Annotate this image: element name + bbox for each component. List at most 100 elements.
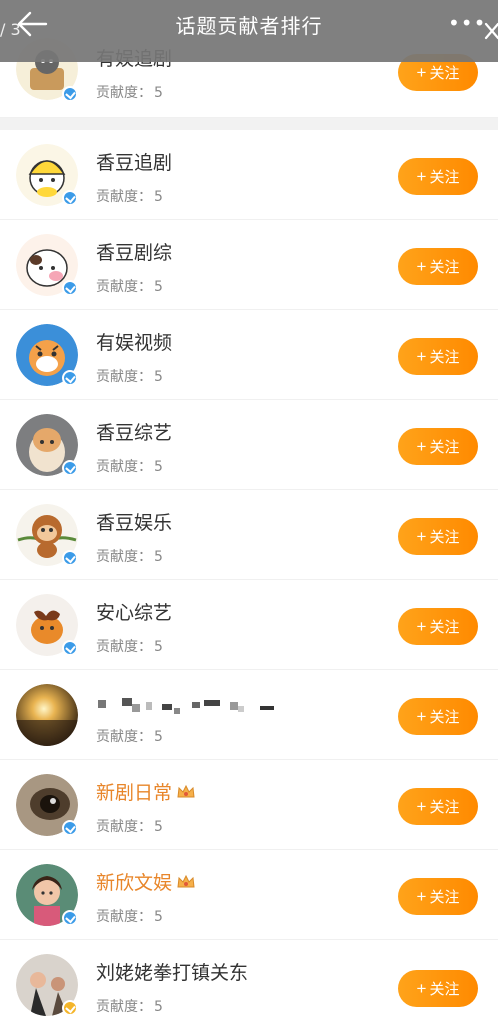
follow-label: 关注 bbox=[429, 981, 460, 998]
follow-label: 关注 bbox=[429, 349, 460, 366]
score-label: 贡献度： bbox=[96, 459, 152, 475]
plus-icon: + bbox=[416, 167, 427, 186]
contribution-score: 贡献度： 5 bbox=[96, 276, 163, 296]
top-bar: / 3 话题贡献者排行 ••• bbox=[0, 0, 498, 62]
follow-button[interactable]: + 关注 bbox=[398, 970, 478, 1007]
user-name[interactable]: 新剧日常 bbox=[96, 778, 196, 805]
follow-button[interactable]: + 关注 bbox=[398, 518, 478, 555]
user-name[interactable]: 有娱视频 bbox=[96, 328, 172, 355]
contribution-score: 贡献度： 5 bbox=[96, 366, 163, 386]
follow-button[interactable]: + 关注 bbox=[398, 428, 478, 465]
follow-button[interactable]: + 关注 bbox=[398, 698, 478, 735]
follow-label: 关注 bbox=[429, 889, 460, 906]
score-label: 贡献度： bbox=[96, 819, 152, 835]
follow-label: 关注 bbox=[429, 619, 460, 636]
contribution-score: 贡献度： 5 bbox=[96, 816, 163, 836]
follow-label: 关注 bbox=[429, 439, 460, 456]
avatar[interactable] bbox=[16, 684, 78, 746]
user-name[interactable]: 刘姥姥拳打镇关东 bbox=[96, 958, 248, 985]
user-name[interactable]: 新欣文娱 bbox=[96, 868, 196, 895]
plus-icon: + bbox=[416, 437, 427, 456]
score-value: 5 bbox=[154, 639, 163, 655]
list-item[interactable]: 安心综艺 贡献度： 5 + 关注 bbox=[0, 580, 498, 670]
score-label: 贡献度： bbox=[96, 189, 152, 205]
score-label: 贡献度： bbox=[96, 369, 152, 385]
score-value: 5 bbox=[154, 459, 163, 475]
plus-icon: + bbox=[416, 979, 427, 998]
verified-badge-icon bbox=[62, 86, 78, 102]
plus-icon: + bbox=[416, 527, 427, 546]
follow-label: 关注 bbox=[429, 799, 460, 816]
verified-badge-icon bbox=[62, 460, 78, 476]
score-label: 贡献度： bbox=[96, 909, 152, 925]
list-item[interactable]: 刘姥姥拳打镇关东 贡献度： 5 + 关注 bbox=[0, 940, 498, 1024]
plus-icon: + bbox=[416, 707, 427, 726]
verified-badge-icon bbox=[62, 280, 78, 296]
score-label: 贡献度： bbox=[96, 729, 152, 745]
plus-icon: + bbox=[416, 257, 427, 276]
follow-label: 关注 bbox=[429, 259, 460, 276]
follow-button[interactable]: + 关注 bbox=[398, 608, 478, 645]
user-name[interactable]: 香豆娱乐 bbox=[96, 508, 172, 535]
list-item[interactable]: 香豆娱乐 贡献度： 5 + 关注 bbox=[0, 490, 498, 580]
plus-icon: + bbox=[416, 347, 427, 366]
list-item[interactable]: 贡献度： 5 + 关注 bbox=[0, 670, 498, 760]
verified-badge-icon bbox=[62, 550, 78, 566]
follow-label: 关注 bbox=[429, 65, 460, 82]
contribution-score: 贡献度： 5 bbox=[96, 996, 163, 1016]
follow-button[interactable]: + 关注 bbox=[398, 248, 478, 285]
score-value: 5 bbox=[154, 279, 163, 295]
user-name-text: 新剧日常 bbox=[96, 782, 173, 804]
contribution-score: 贡献度： 5 bbox=[96, 546, 163, 566]
user-name[interactable]: 安心综艺 bbox=[96, 598, 172, 625]
list-item[interactable]: 新剧日常 贡献度： 5 + 关注 bbox=[0, 760, 498, 850]
contribution-score: 贡献度： 5 bbox=[96, 186, 163, 206]
list-item[interactable]: 香豆追剧 贡献度： 5 + 关注 bbox=[0, 130, 498, 220]
close-icon[interactable] bbox=[482, 20, 498, 42]
score-value: 5 bbox=[154, 549, 163, 565]
score-value: 5 bbox=[154, 909, 163, 925]
follow-label: 关注 bbox=[429, 529, 460, 546]
verified-badge-icon bbox=[62, 820, 78, 836]
score-label: 贡献度： bbox=[96, 549, 152, 565]
score-value: 5 bbox=[154, 819, 163, 835]
contribution-score: 贡献度： 5 bbox=[96, 82, 163, 102]
follow-button[interactable]: + 关注 bbox=[398, 338, 478, 375]
plus-icon: + bbox=[416, 887, 427, 906]
score-value: 5 bbox=[154, 369, 163, 385]
contribution-score: 贡献度： 5 bbox=[96, 456, 163, 476]
section-divider bbox=[0, 118, 498, 130]
plus-icon: + bbox=[416, 63, 427, 82]
contribution-score: 贡献度： 5 bbox=[96, 906, 163, 926]
more-horizontal-icon[interactable]: ••• bbox=[448, 11, 486, 35]
score-value: 5 bbox=[154, 189, 163, 205]
follow-label: 关注 bbox=[429, 169, 460, 186]
verified-badge-icon bbox=[62, 370, 78, 386]
follow-button[interactable]: + 关注 bbox=[398, 788, 478, 825]
list-item[interactable]: 香豆剧综 贡献度： 5 + 关注 bbox=[0, 220, 498, 310]
user-name[interactable]: 香豆综艺 bbox=[96, 418, 172, 445]
plus-icon: + bbox=[416, 617, 427, 636]
verified-badge-icon bbox=[62, 1000, 78, 1016]
plus-icon: + bbox=[416, 797, 427, 816]
score-label: 贡献度： bbox=[96, 279, 152, 295]
verified-badge-icon bbox=[62, 640, 78, 656]
crown-icon bbox=[177, 784, 195, 798]
user-name[interactable]: 香豆追剧 bbox=[96, 148, 172, 175]
score-label: 贡献度： bbox=[96, 999, 152, 1015]
page-title: 话题贡献者排行 bbox=[175, 14, 323, 38]
verified-badge-icon bbox=[62, 190, 78, 206]
list-item[interactable]: 有娱视频 贡献度： 5 + 关注 bbox=[0, 310, 498, 400]
user-name[interactable]: 香豆剧综 bbox=[96, 238, 172, 265]
list-item[interactable]: 新欣文娱 贡献度： 5 + 关注 bbox=[0, 850, 498, 940]
score-value: 5 bbox=[154, 999, 163, 1015]
list-item[interactable]: 香豆综艺 贡献度： 5 + 关注 bbox=[0, 400, 498, 490]
follow-button[interactable]: + 关注 bbox=[398, 158, 478, 195]
contribution-score: 贡献度： 5 bbox=[96, 636, 163, 656]
follow-button[interactable]: + 关注 bbox=[398, 878, 478, 915]
follow-label: 关注 bbox=[429, 709, 460, 726]
score-label: 贡献度： bbox=[96, 639, 152, 655]
score-value: 5 bbox=[154, 729, 163, 745]
score-value: 5 bbox=[154, 85, 163, 101]
crown-icon bbox=[177, 874, 195, 888]
